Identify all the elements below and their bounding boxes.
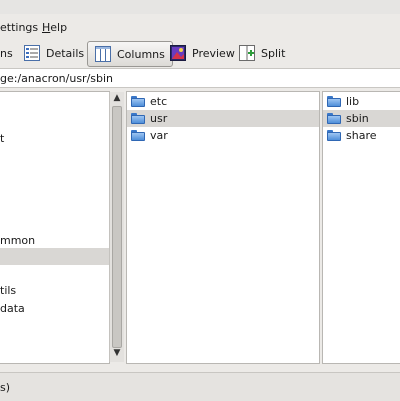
icons-view-label: ns — [0, 46, 13, 60]
preview-icon — [170, 45, 186, 61]
split-button[interactable]: Split — [239, 41, 285, 65]
list-item-label: etc — [150, 95, 168, 108]
list-item-label: lib — [346, 95, 360, 108]
preview-button[interactable]: Preview — [170, 41, 235, 65]
details-view-icon — [24, 45, 40, 61]
list-item[interactable]: t — [0, 130, 109, 147]
list-item-label: sbin — [346, 112, 369, 125]
location-path: ge:/anacron/usr/sbin — [0, 71, 114, 85]
list-item-selected[interactable]: usr — [127, 110, 319, 127]
list-item-selected[interactable]: sbin — [323, 110, 400, 127]
status-bar: s) — [0, 372, 400, 401]
columns-view-icon — [95, 46, 111, 62]
list-item-label: var — [150, 129, 168, 142]
columns-view-button[interactable]: Columns — [87, 41, 173, 67]
menu-help[interactable]: Help — [42, 21, 67, 34]
list-item-label: tils — [0, 284, 17, 297]
split-label: Split — [261, 46, 286, 60]
split-icon — [239, 45, 255, 61]
scroll-up-icon[interactable]: ▲ — [111, 93, 123, 103]
column-parent[interactable]: t mmon tils data — [0, 91, 110, 364]
folder-icon — [131, 130, 145, 141]
status-text: s) — [0, 380, 11, 394]
list-item[interactable]: var — [127, 127, 319, 144]
details-view-label: Details — [46, 46, 85, 60]
list-item-label: share — [346, 129, 377, 142]
column-root[interactable]: etc usr var — [126, 91, 320, 364]
folder-icon — [327, 96, 341, 107]
column-usr[interactable]: lib sbin share — [322, 91, 400, 364]
column-parent-scrollbar[interactable]: ▲ ▼ — [109, 92, 124, 362]
menu-settings[interactable]: ettings — [0, 21, 38, 34]
list-item[interactable]: tils — [0, 282, 109, 299]
icons-view-button[interactable]: ns — [0, 41, 13, 65]
list-item-selected[interactable] — [0, 248, 109, 265]
folder-icon — [131, 113, 145, 124]
list-item-label: t — [0, 132, 5, 145]
folder-icon — [327, 130, 341, 141]
list-item-label: data — [0, 302, 25, 315]
menubar: ettings Help — [0, 14, 400, 40]
list-item[interactable]: data — [0, 300, 109, 317]
folder-icon — [131, 96, 145, 107]
list-item[interactable]: etc — [127, 93, 319, 110]
columns-view-label: Columns — [117, 47, 165, 61]
toolbar: ns Details Columns Preview Split — [0, 40, 400, 68]
list-item-label: usr — [150, 112, 168, 125]
list-item[interactable]: share — [323, 127, 400, 144]
details-view-button[interactable]: Details — [24, 41, 84, 65]
scrollbar-thumb[interactable] — [112, 106, 122, 348]
menu-help-label: elp — [50, 21, 68, 34]
list-item[interactable]: lib — [323, 93, 400, 110]
preview-label: Preview — [192, 46, 235, 60]
location-bar[interactable]: ge:/anacron/usr/sbin — [0, 68, 400, 88]
list-item-label: mmon — [0, 234, 36, 247]
list-item[interactable]: mmon — [0, 232, 109, 249]
window-title-strip — [0, 0, 400, 14]
scroll-down-icon[interactable]: ▼ — [111, 348, 123, 358]
folder-icon — [327, 113, 341, 124]
